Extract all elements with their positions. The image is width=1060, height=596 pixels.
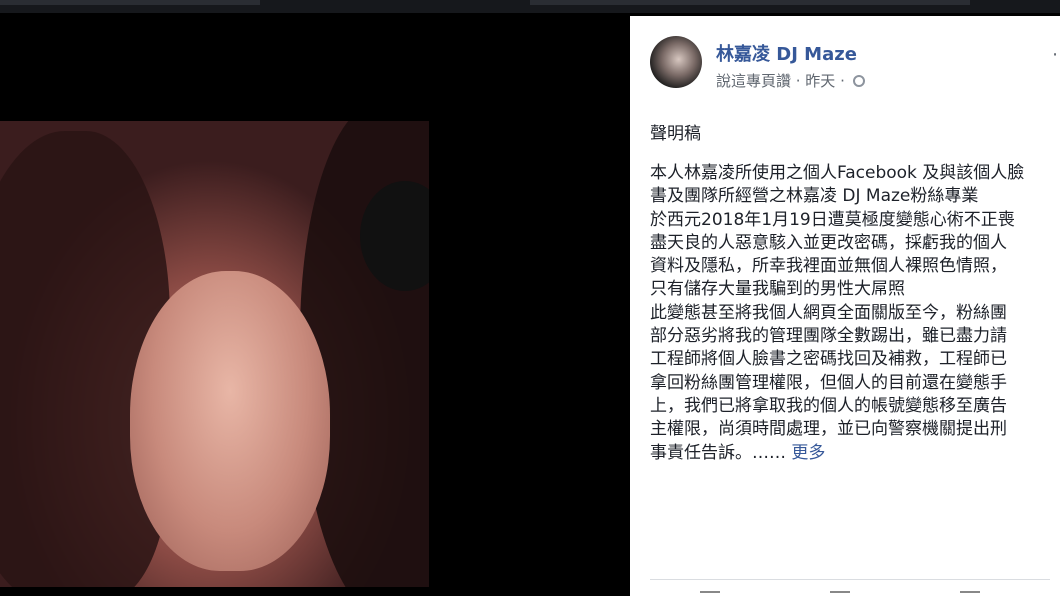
share-action-hint[interactable] [960, 591, 980, 596]
post-body-line: 書及團隊所經營之林嘉凌 DJ Maze粉絲專業 [650, 186, 979, 207]
post-divider [650, 579, 1050, 580]
like-action-hint[interactable] [700, 591, 720, 596]
post-body: 本人林嘉凌所使用之個人Facebook 及與該個人臉 書及團隊所經營之林嘉凌 D… [650, 162, 1060, 465]
see-more-link[interactable]: 更多 [791, 443, 825, 463]
more-options-icon[interactable]: ⋯ [1052, 44, 1060, 65]
post-body-line: 盡天良的人惡意駭入並更改密碼，採虧我的個人 [650, 232, 1007, 253]
comment-action-hint[interactable] [830, 591, 850, 596]
post-body-line: 此變態甚至將我個人網頁全面關版至今，粉絲團 [650, 302, 1007, 323]
post-body-line: 只有儲存大量我騙到的男性大屌照 [650, 279, 905, 300]
page-avatar[interactable] [650, 36, 702, 88]
post-heading: 聲明稿 [650, 124, 701, 144]
top-bar-segment [0, 0, 260, 5]
post-body-last-text: 事責任告訴。…… [650, 442, 786, 463]
top-bar-segment [530, 0, 970, 5]
post-photo[interactable] [0, 121, 429, 587]
post-body-line: 拿回粉絲團管理權限，但個人的目前還在變態手 [650, 372, 1007, 393]
post-body-line: 部分惡劣將我的管理團隊全數踢出，雖已盡力請 [650, 326, 1007, 347]
post-meta-text: 說這專頁讚 · 昨天 · [716, 72, 845, 90]
post-body-line: 於西元2018年1月19日遭莫極度變態心術不正喪 [650, 209, 1015, 230]
globe-icon [852, 74, 865, 87]
post-panel: 林嘉凌 DJ Maze 說這專頁讚 · 昨天 · ⋯ 聲明稿 本人林嘉凌所使用之… [630, 16, 1060, 596]
page-name-link[interactable]: 林嘉凌 DJ Maze [716, 40, 857, 66]
photo-face [130, 271, 330, 571]
post-body-last-line: 事責任告訴。…… 更多 [650, 442, 1060, 465]
post-meta: 說這專頁讚 · 昨天 · [716, 70, 865, 91]
post-body-line: 主權限，尚須時間處理，並已向警察機關提出刑 [650, 419, 1007, 440]
post-body-line: 資料及隱私，所幸我裡面並無個人裸照色情照， [650, 256, 1007, 277]
post-body-line: 上，我們已將拿取我的個人的帳號變態移至廣告 [650, 395, 1007, 416]
top-bar [0, 0, 1060, 13]
post-body-line: 本人林嘉凌所使用之個人Facebook 及與該個人臉 [650, 163, 1025, 183]
post-body-line: 工程師將個人臉書之密碼找回及補救，工程師已 [650, 349, 1007, 370]
